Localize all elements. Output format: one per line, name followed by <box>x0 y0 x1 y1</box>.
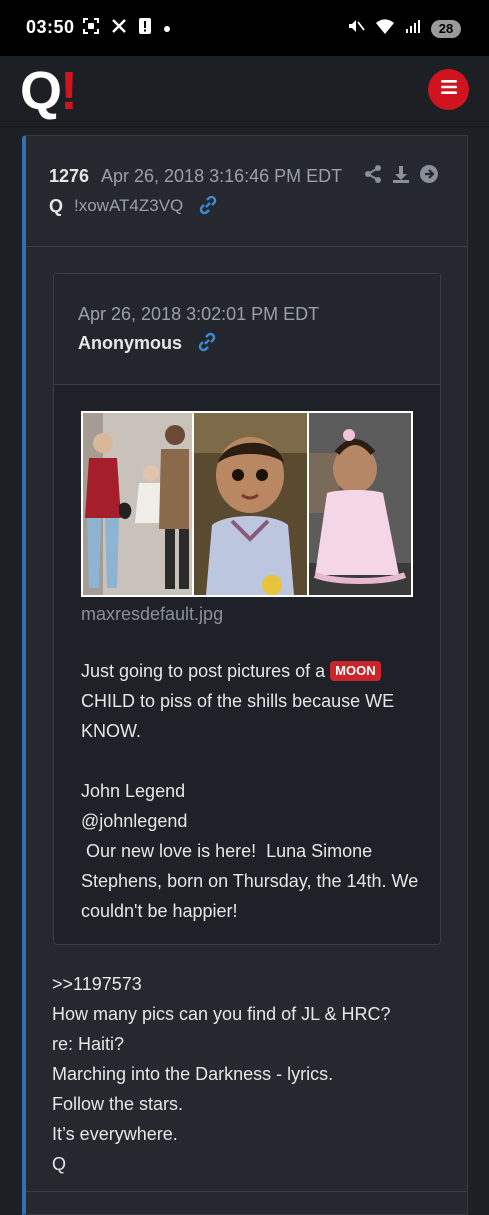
quoted-text-line1: Just going to post pictures of a <box>81 661 326 681</box>
quoted-tweet-line: @johnlegend <box>81 811 188 831</box>
screenshot-icon <box>82 17 100 40</box>
post-number: 1276 <box>49 166 90 186</box>
post-body-line: It’s everywhere. <box>52 1124 178 1144</box>
image-panel-family <box>83 413 193 595</box>
alert-icon <box>138 17 152 40</box>
post-body-line: Q <box>52 1154 67 1174</box>
image-panel-baby <box>192 413 307 595</box>
logo-q: Q <box>20 61 63 121</box>
quoted-post-header: Apr 26, 2018 3:02:01 PM EDT Anonymous <box>54 274 440 385</box>
x-icon <box>111 18 127 39</box>
post-body-line: Follow the stars. <box>52 1094 184 1114</box>
quoted-tweet-line: John Legend <box>81 781 186 801</box>
post-body-line: Marching into the Darkness - lyrics. <box>52 1064 334 1084</box>
download-icon[interactable] <box>391 164 411 184</box>
quoted-post-author: Anonymous <box>78 333 183 353</box>
quoted-text-line2: CHILD to piss of the shills because WE K… <box>81 691 395 741</box>
link-icon[interactable] <box>198 195 218 215</box>
image-filename[interactable]: maxresdefault.jpg <box>81 604 223 625</box>
mute-icon <box>347 17 365 40</box>
moon-badge[interactable]: MOON <box>330 661 381 681</box>
post-date: Apr 26, 2018 3:16:46 PM EDT <box>101 166 343 186</box>
menu-icon <box>440 79 458 100</box>
image-panel-baby-dress <box>306 413 412 595</box>
post-card: 1276 Apr 26, 2018 3:16:46 PM EDT Q !xowA… <box>22 135 468 1215</box>
post-body-line: re: Haiti? <box>52 1034 125 1054</box>
menu-button[interactable] <box>428 69 469 110</box>
post-actions <box>363 164 439 184</box>
card-divider <box>26 1191 467 1192</box>
logo-bang: ! <box>60 61 78 121</box>
arrow-right-circle-icon[interactable] <box>419 164 439 184</box>
status-left-icons <box>82 17 171 40</box>
post-header: 1276 Apr 26, 2018 3:16:46 PM EDT Q !xowA… <box>26 136 467 247</box>
post-body: >>1197573 How many pics can you find of … <box>52 969 452 1179</box>
site-logo[interactable]: Q! <box>20 64 78 118</box>
battery-indicator: 28 <box>431 19 461 38</box>
quoted-tweet-line: Our new love is here! Luna Simone Stephe… <box>81 841 424 921</box>
link-icon[interactable] <box>197 332 217 352</box>
quoted-tweet-text: John Legend @johnlegend Our new love is … <box>81 776 421 926</box>
post-tripcode: !xowAT4Z3VQ <box>74 196 184 215</box>
status-bar: 03:50 28 <box>0 0 489 56</box>
post-author: Q <box>49 196 64 216</box>
quoted-post-text: Just going to post pictures of a MOON CH… <box>81 656 411 746</box>
status-time: 03:50 <box>26 17 75 37</box>
share-icon[interactable] <box>363 164 383 184</box>
signal-icon <box>405 18 421 39</box>
quoted-post-date: Apr 26, 2018 3:02:01 PM EDT <box>78 304 320 324</box>
post-image[interactable] <box>81 411 413 597</box>
quoted-post: Apr 26, 2018 3:02:01 PM EDT Anonymous ma… <box>53 273 441 945</box>
reply-link[interactable]: >>1197573 <box>52 969 452 999</box>
dot-icon <box>163 20 171 38</box>
status-right-icons: 28 <box>347 17 461 40</box>
post-body-line: How many pics can you find of JL & HRC? <box>52 1004 391 1024</box>
app-header: Q! <box>0 56 489 127</box>
wifi-icon <box>375 17 395 40</box>
